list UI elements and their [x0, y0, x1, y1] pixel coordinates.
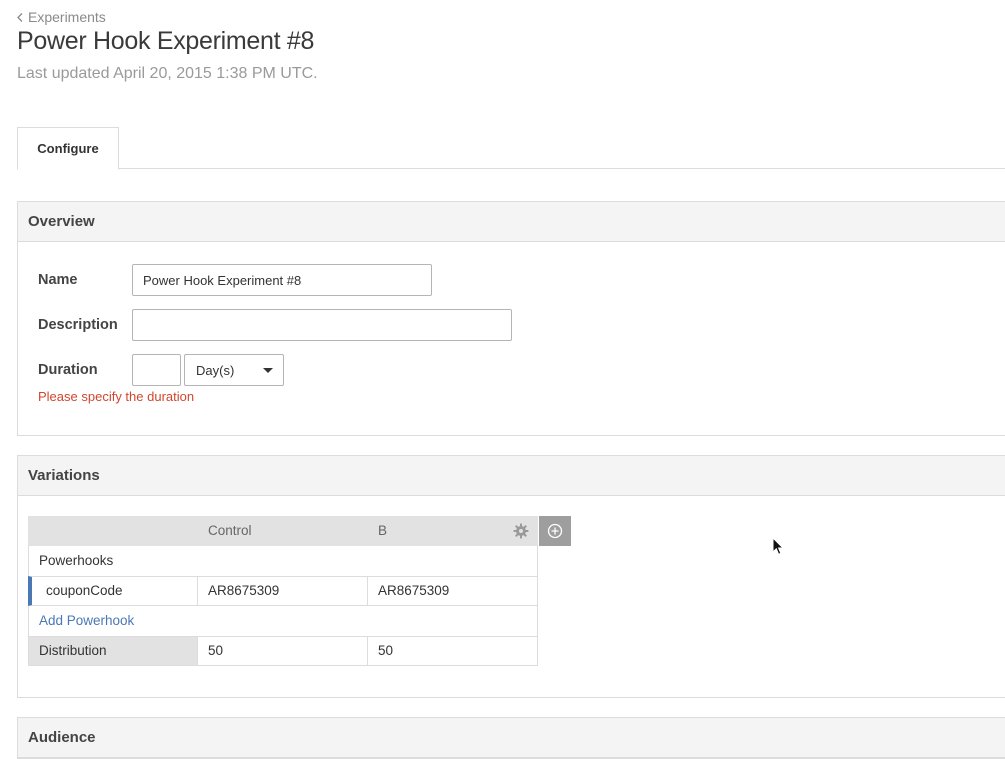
breadcrumb[interactable]: Experiments: [17, 9, 106, 25]
variations-header: Variations: [18, 456, 1005, 496]
distribution-value-b-text: 50: [378, 643, 394, 658]
powerhook-value-b[interactable]: AR8675309: [367, 576, 538, 606]
add-powerhook-row: Add Powerhook: [28, 606, 538, 637]
overview-header: Overview: [18, 202, 1005, 242]
breadcrumb-link-experiments[interactable]: Experiments: [28, 9, 106, 25]
add-powerhook-link[interactable]: Add Powerhook: [39, 613, 134, 628]
duration-unit-value: Day(s): [196, 362, 235, 378]
duration-label: Duration: [38, 362, 98, 378]
distribution-value-control[interactable]: 50: [197, 636, 368, 666]
column-header-control: Control: [208, 523, 252, 538]
tab-configure[interactable]: Configure: [17, 127, 119, 170]
powerhook-name: couponCode: [46, 583, 123, 598]
name-input[interactable]: [132, 264, 432, 296]
distribution-value-control-text: 50: [208, 643, 224, 658]
powerhooks-section-row: Powerhooks: [28, 546, 538, 577]
table-row: couponCode AR8675309 AR8675309: [28, 576, 538, 606]
powerhooks-section-label: Powerhooks: [39, 553, 114, 568]
last-updated-text: Last updated April 20, 2015 1:38 PM UTC.: [17, 65, 318, 82]
duration-unit-select[interactable]: Day(s): [184, 354, 284, 386]
duration-input[interactable]: [132, 354, 181, 386]
tab-bar-divider: [17, 168, 1005, 169]
column-header-b: B: [378, 523, 388, 538]
add-variation-button[interactable]: [539, 516, 571, 546]
powerhook-value-control-text: AR8675309: [208, 583, 280, 598]
description-label: Description: [38, 317, 118, 333]
variations-table-header: Control B: [28, 516, 538, 546]
overview-panel: Overview Name Description Duration Day(s…: [17, 201, 1005, 436]
chevron-left-icon: [17, 12, 23, 22]
chevron-down-icon: [263, 368, 273, 373]
duration-error-message: Please specify the duration: [38, 389, 195, 404]
powerhook-value-control[interactable]: AR8675309: [197, 576, 368, 606]
distribution-value-b[interactable]: 50: [367, 636, 538, 666]
powerhook-name-cell: couponCode: [28, 576, 198, 606]
audience-header: Audience: [18, 718, 1005, 758]
page-title: Power Hook Experiment #8: [17, 27, 315, 55]
name-label: Name: [38, 272, 78, 288]
plus-circle-icon: [547, 523, 563, 539]
distribution-label: Distribution: [39, 643, 107, 658]
description-input[interactable]: [132, 309, 512, 341]
variations-panel: Variations Control B Powerhooks couponCo…: [17, 455, 1005, 698]
distribution-row: Distribution 50 50: [28, 636, 538, 666]
powerhook-value-b-text: AR8675309: [378, 583, 450, 598]
audience-panel: Audience: [17, 717, 1005, 759]
gear-icon[interactable]: [513, 523, 529, 539]
mouse-cursor-icon: [772, 537, 785, 555]
distribution-label-cell: Distribution: [28, 636, 198, 666]
